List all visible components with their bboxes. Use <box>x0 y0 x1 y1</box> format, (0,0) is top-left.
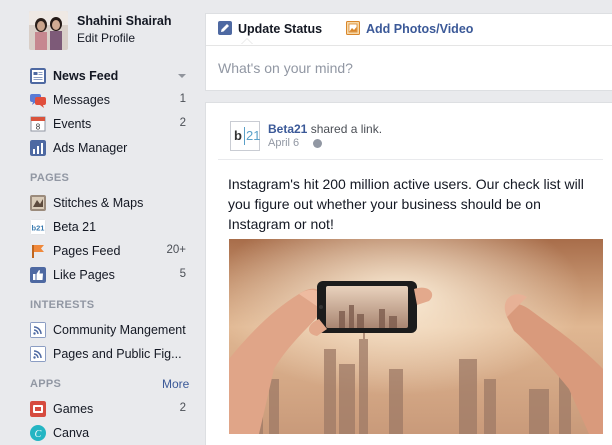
sidebar-item-label: Messages <box>53 93 110 107</box>
canva-icon: C <box>30 425 46 441</box>
tab-label: Update Status <box>238 22 323 36</box>
sidebar-item-beta21[interactable]: b21 Beta 21 <box>30 218 190 238</box>
sidebar-item-stitches-maps[interactable]: Stitches & Maps <box>30 194 190 214</box>
sidebar-item-canva[interactable]: C Canva <box>30 424 190 444</box>
sidebar-item-label: Beta 21 <box>53 220 97 234</box>
section-title-interests: INTERESTS <box>30 299 95 311</box>
divider <box>218 159 603 160</box>
left-sidebar: Shahini Shairah Edit Profile News Feed M… <box>0 0 205 445</box>
sidebar-item-ads-manager[interactable]: Ads Manager <box>30 139 190 159</box>
composer-tabs: Update Status Add Photos/Video <box>206 14 612 46</box>
games-icon <box>30 401 46 417</box>
sidebar-item-like-pages[interactable]: Like Pages 5 <box>30 266 190 286</box>
story-action-text: shared a link. <box>307 122 383 136</box>
section-title-apps: APPS <box>30 378 62 390</box>
pencil-icon <box>218 21 232 35</box>
sidebar-item-events[interactable]: 8 Events 2 <box>30 115 190 135</box>
sidebar-item-label: Ads Manager <box>53 141 128 155</box>
feed-story: b 21 Beta21 shared a link. April 6 Insta… <box>205 102 612 445</box>
apps-more-link[interactable]: More <box>162 377 189 391</box>
beta21-icon: b21 <box>30 219 46 235</box>
sidebar-item-label: Pages Feed <box>53 244 121 258</box>
sidebar-item-label: Canva <box>53 426 90 440</box>
sidebar-item-pages-public-figures[interactable]: Pages and Public Fig... <box>30 345 190 365</box>
link-preview-image[interactable] <box>229 239 603 434</box>
sidebar-item-label: Community Mangement <box>53 323 186 337</box>
pages-feed-icon <box>30 243 46 259</box>
beta21-icon-text: b21 <box>32 224 45 233</box>
sidebar-item-label: Like Pages <box>53 268 115 282</box>
photo-icon <box>346 21 360 35</box>
notification-count: 5 <box>179 268 186 280</box>
profile-avatar[interactable] <box>29 11 68 50</box>
sidebar-item-messages[interactable]: Messages 1 <box>30 91 190 111</box>
events-icon: 8 <box>30 116 46 132</box>
sidebar-item-label: Events <box>53 117 92 131</box>
ads-manager-icon <box>30 140 46 156</box>
post-timestamp[interactable]: April 6 <box>268 137 299 149</box>
story-header: Beta21 shared a link. <box>268 122 382 136</box>
sidebar-item-news-feed[interactable]: News Feed <box>30 67 190 87</box>
notification-count: 2 <box>179 402 186 414</box>
avatar-letter: b <box>234 128 242 143</box>
sidebar-item-games[interactable]: Games 2 <box>30 400 190 420</box>
sidebar-item-label: News Feed <box>53 69 119 83</box>
avatar-divider <box>244 127 245 145</box>
feed-list-icon <box>30 346 46 362</box>
notification-count: 2 <box>179 117 186 129</box>
news-feed-icon <box>30 68 46 84</box>
sidebar-item-label: Games <box>53 402 94 416</box>
avatar-number: 21 <box>246 128 261 143</box>
status-composer: Update Status Add Photos/Video What's on… <box>205 13 612 91</box>
edit-profile-link[interactable]: Edit Profile <box>77 31 135 45</box>
status-input[interactable]: What's on your mind? <box>218 60 353 76</box>
section-title-pages: PAGES <box>30 172 70 184</box>
sidebar-item-label: Pages and Public Fig... <box>53 347 182 361</box>
profile-header[interactable]: Shahini Shairah Edit Profile <box>29 11 204 51</box>
canva-icon-text: C <box>35 429 42 440</box>
active-tab-indicator <box>241 38 253 44</box>
events-icon-text: 8 <box>36 123 41 132</box>
stitches-maps-icon <box>30 195 46 211</box>
sidebar-item-community-mangement[interactable]: Community Mangement <box>30 321 190 341</box>
sidebar-item-label: Stitches & Maps <box>53 196 144 210</box>
sidebar-item-pages-feed[interactable]: Pages Feed 20+ <box>30 242 190 262</box>
tab-label: Add Photos/Video <box>366 22 474 36</box>
notification-count: 1 <box>179 93 186 105</box>
like-icon <box>30 267 46 283</box>
profile-name[interactable]: Shahini Shairah <box>77 14 171 28</box>
notification-count: 20+ <box>166 244 186 256</box>
globe-icon[interactable] <box>313 139 322 148</box>
messages-icon <box>30 92 46 108</box>
feed-list-icon <box>30 322 46 338</box>
page-avatar[interactable]: b 21 <box>230 121 260 151</box>
post-text: Instagram's hit 200 million active users… <box>228 176 584 232</box>
author-link[interactable]: Beta21 <box>268 122 307 136</box>
chevron-down-icon[interactable] <box>178 74 186 78</box>
